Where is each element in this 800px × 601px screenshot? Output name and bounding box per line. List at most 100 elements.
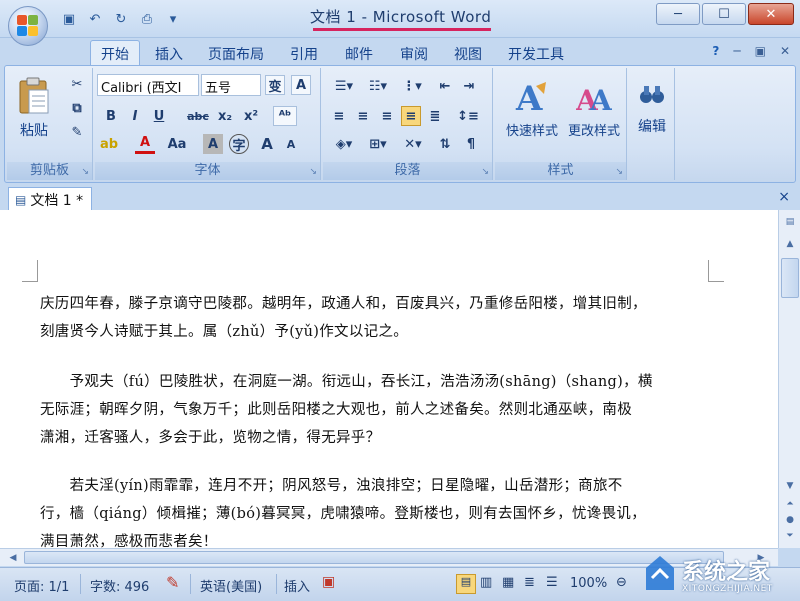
document-canvas[interactable]: 庆历四年春，滕子京谪守巴陵郡。越明年，政通人和，百废具兴，乃重修岳阳楼，增其旧制… (0, 210, 778, 548)
justify-icon[interactable]: ≡ (401, 106, 421, 126)
enclosed-char-icon[interactable]: 字 (229, 134, 249, 154)
cut-icon[interactable]: ✂ (67, 74, 87, 94)
tab-view[interactable]: 视图 (454, 44, 482, 64)
tab-review[interactable]: 审阅 (400, 44, 428, 64)
maximize-button[interactable]: ☐ (702, 3, 746, 25)
sort-icon[interactable]: ⇅ (435, 134, 455, 154)
previous-page-icon[interactable]: ⏶ (781, 496, 799, 512)
tab-developer[interactable]: 开发工具 (508, 44, 564, 64)
change-case-icon[interactable]: Aa (165, 134, 189, 154)
borders-icon[interactable]: ⊞▾ (363, 134, 393, 154)
customize-qat-icon[interactable]: ▾ (162, 9, 184, 29)
paragraph-launcher-icon[interactable]: ↘ (481, 167, 489, 177)
status-page[interactable]: 页面: 1/1 (14, 576, 69, 595)
tab-page-layout[interactable]: 页面布局 (208, 44, 264, 64)
web-layout-icon[interactable]: ▦ (502, 575, 514, 590)
document-tab[interactable]: ▤ 文档 1 * (8, 187, 93, 210)
paste-button[interactable]: 粘贴 (11, 72, 57, 144)
phonetic-guide-icon[interactable]: 变 (265, 75, 285, 95)
chinese-layout-icon[interactable]: ✕▾ (399, 134, 427, 154)
clipboard-launcher-icon[interactable]: ↘ (81, 167, 89, 177)
vertical-scrollbar[interactable]: ▤ ▲ ▼ ⏶ ● ⏷ (778, 210, 800, 548)
status-word-count[interactable]: 字数: 496 (90, 576, 149, 595)
increase-indent-icon[interactable]: ⇥ (459, 76, 479, 96)
strikethrough-icon[interactable]: abc (185, 106, 211, 126)
styles-launcher-icon[interactable]: ↘ (615, 167, 623, 177)
underline-icon[interactable]: U (149, 106, 169, 126)
multilevel-list-icon[interactable]: ⋮▾ (397, 76, 427, 96)
editing-button[interactable]: 编辑 (631, 72, 673, 144)
find-binoculars-icon (640, 86, 664, 103)
format-painter-icon[interactable]: ✎ (67, 122, 87, 142)
reading-view-icon[interactable]: ▥ (480, 575, 492, 590)
office-logo-icon (17, 15, 39, 37)
document-tab-bar: ▤ 文档 1 * × (0, 186, 800, 210)
clear-formatting-icon[interactable]: ᴬᵇ (273, 106, 297, 126)
undo-icon[interactable]: ↶ (84, 9, 106, 29)
outline-view-icon[interactable]: ≣ (524, 575, 535, 590)
office-button[interactable] (8, 6, 48, 46)
char-shading-icon[interactable]: A (203, 134, 223, 154)
scroll-down-icon[interactable]: ▼ (781, 478, 799, 494)
font-size-select[interactable]: 五号 (201, 74, 261, 96)
font-launcher-icon[interactable]: ↘ (309, 167, 317, 177)
distributed-icon[interactable]: ≣ (425, 106, 445, 126)
ruler-toggle-icon[interactable]: ▤ (781, 214, 799, 230)
doc-close-icon[interactable]: ✕ (780, 44, 790, 58)
save-icon[interactable]: ▣ (58, 9, 80, 29)
margin-corner-right (708, 260, 724, 282)
font-name-select[interactable]: Calibri (西文I (97, 74, 199, 96)
show-marks-icon[interactable]: ¶ (461, 134, 481, 154)
change-styles-button[interactable]: A A 更改样式 (563, 72, 625, 144)
italic-icon[interactable]: I (125, 106, 145, 126)
paragraph-line: 庆历四年春，滕子京谪守巴陵郡。越明年，政通人和，百废具兴，乃重修岳阳楼，增其旧制… (40, 296, 647, 312)
bold-icon[interactable]: B (101, 106, 121, 126)
status-insert-mode[interactable]: 插入 (284, 576, 310, 595)
char-border-icon[interactable]: A (291, 75, 311, 95)
scroll-left-icon[interactable]: ◀ (4, 550, 22, 566)
help-icon[interactable]: ? (712, 44, 719, 58)
subscript-icon[interactable]: x₂ (215, 106, 235, 126)
tab-mailings[interactable]: 邮件 (345, 44, 373, 64)
proofing-icon[interactable]: ✎ (166, 573, 179, 592)
print-layout-view-icon[interactable]: ▤ (456, 574, 476, 594)
bullets-icon[interactable]: ☰▾ (329, 76, 359, 96)
close-button[interactable]: ✕ (748, 3, 794, 25)
scroll-up-icon[interactable]: ▲ (781, 236, 799, 252)
document-tab-close-icon[interactable]: × (778, 189, 790, 205)
line-spacing-icon[interactable]: ↕≡ (453, 106, 483, 126)
draft-view-icon[interactable]: ☰ (546, 575, 558, 590)
tab-references[interactable]: 引用 (290, 44, 318, 64)
font-group-label: 字体 (95, 162, 320, 180)
minimize-button[interactable]: ─ (656, 3, 700, 25)
next-page-icon[interactable]: ⏷ (781, 528, 799, 544)
zoom-level[interactable]: 100% (570, 576, 607, 591)
zoom-out-icon[interactable]: ⊖ (616, 575, 627, 590)
doc-minimize-icon[interactable]: ─ (733, 44, 740, 58)
ribbon: 粘贴 ✂ ⧉ ✎ 剪贴板 ↘ Calibri (西文I 五号 变 A B I U… (4, 65, 796, 183)
grow-font-icon[interactable]: A (257, 134, 277, 154)
quick-styles-button[interactable]: A 快速样式 (501, 72, 563, 144)
redo-icon[interactable]: ↻ (110, 9, 132, 29)
horizontal-scroll-thumb[interactable] (24, 551, 724, 564)
vertical-scroll-thumb[interactable] (781, 258, 799, 298)
copy-icon[interactable]: ⧉ (67, 98, 87, 118)
shrink-font-icon[interactable]: A (281, 134, 301, 154)
doc-restore-icon[interactable]: ▣ (755, 44, 766, 58)
align-left-icon[interactable]: ≡ (329, 106, 349, 126)
status-language[interactable]: 英语(美国) (200, 576, 262, 595)
font-color-icon[interactable]: A (135, 134, 155, 154)
numbering-icon[interactable]: ☷▾ (363, 76, 393, 96)
print-preview-icon[interactable]: ⎙ (136, 9, 158, 29)
align-right-icon[interactable]: ≡ (377, 106, 397, 126)
shading-icon[interactable]: ◈▾ (329, 134, 359, 154)
paragraph-line: 满目萧然，感极而悲者矣！ (40, 534, 218, 548)
superscript-icon[interactable]: x² (241, 106, 261, 126)
tab-home[interactable]: 开始 (90, 40, 140, 67)
align-center-icon[interactable]: ≡ (353, 106, 373, 126)
highlight-icon[interactable]: ab (99, 134, 119, 154)
tab-insert[interactable]: 插入 (155, 44, 183, 64)
browse-object-icon[interactable]: ● (781, 512, 799, 528)
decrease-indent-icon[interactable]: ⇤ (435, 76, 455, 96)
macro-record-icon[interactable]: ▣ (322, 574, 335, 590)
